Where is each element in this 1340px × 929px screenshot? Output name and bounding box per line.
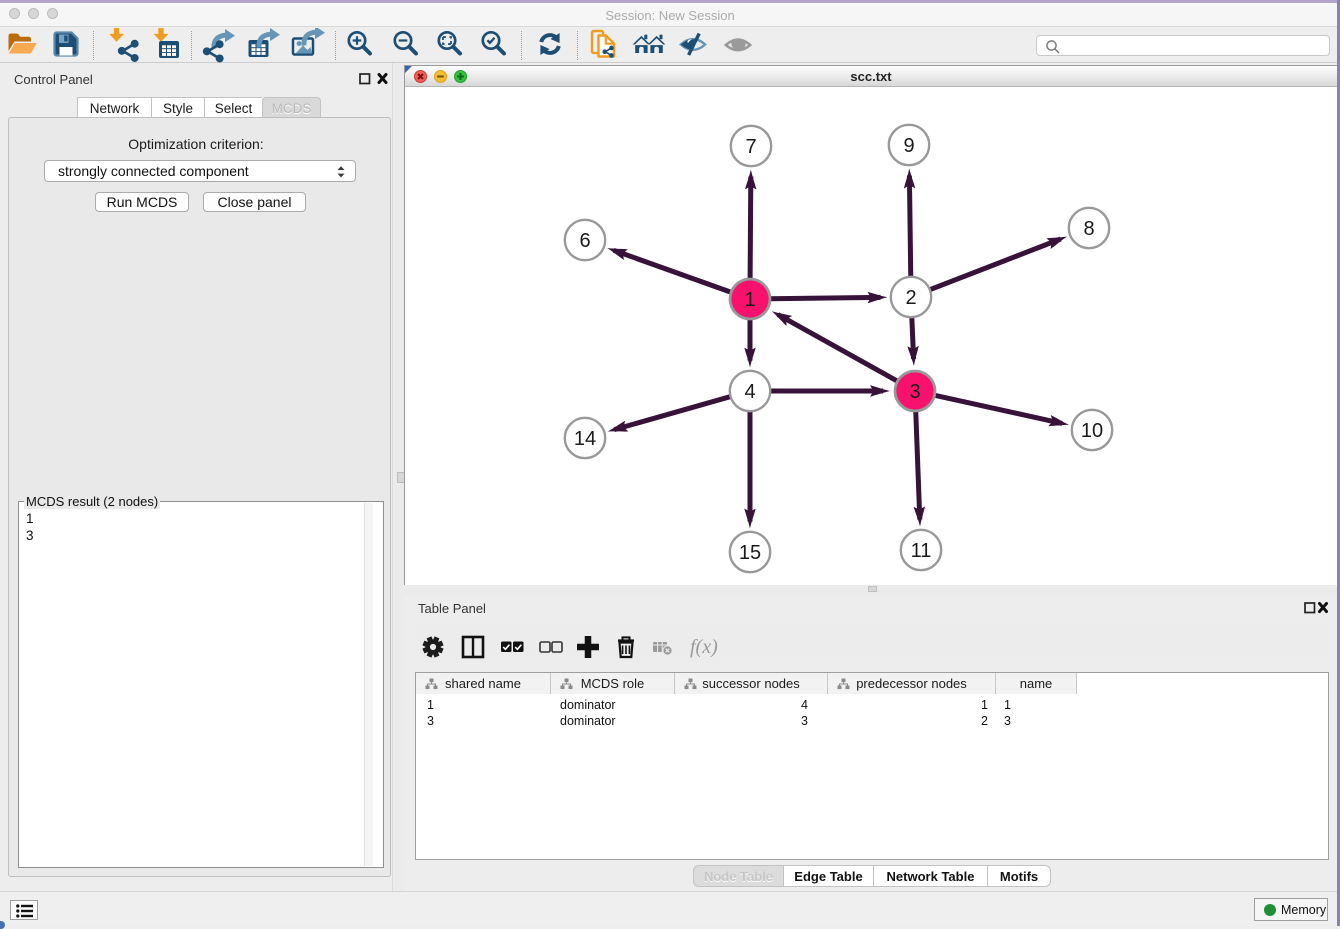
svg-text:3: 3: [909, 381, 920, 403]
svg-text:8: 8: [1083, 218, 1094, 240]
svg-text:15: 15: [739, 542, 761, 564]
svg-text:7: 7: [745, 136, 756, 158]
svg-text:2: 2: [905, 287, 916, 309]
svg-text:f(x): f(x): [690, 636, 718, 658]
svg-text:1: 1: [744, 289, 755, 311]
svg-text:9: 9: [903, 135, 914, 157]
svg-text:6: 6: [579, 230, 590, 252]
svg-text:4: 4: [744, 381, 755, 403]
svg-text:10: 10: [1081, 420, 1103, 442]
svg-text:11: 11: [911, 540, 932, 562]
svg-text:14: 14: [574, 428, 596, 450]
